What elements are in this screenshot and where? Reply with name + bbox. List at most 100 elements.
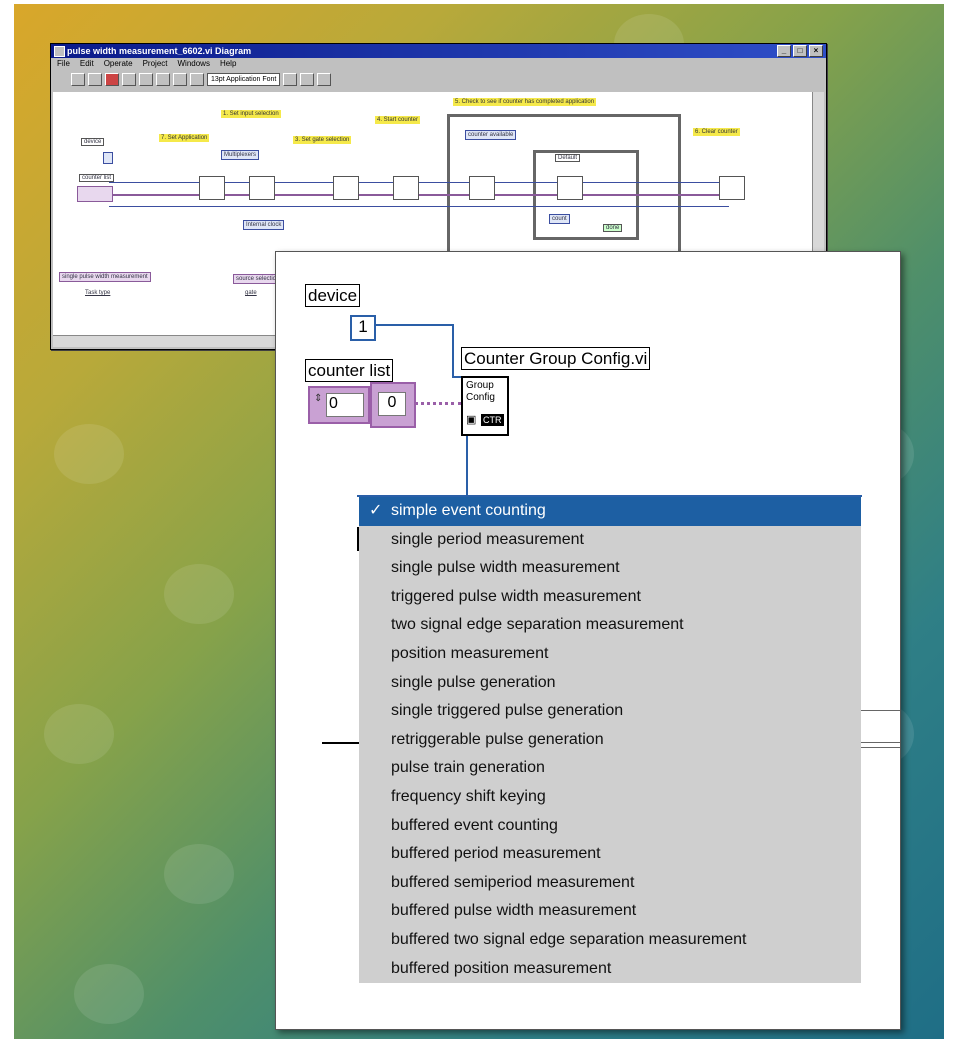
diagram-label: Internal clock	[243, 220, 285, 230]
menu-item[interactable]: buffered pulse width measurement	[359, 897, 861, 926]
sub-vi-block[interactable]	[333, 176, 359, 200]
sub-vi-block[interactable]	[393, 176, 419, 200]
wire-stub	[861, 710, 900, 711]
menu-operate[interactable]: Operate	[104, 58, 133, 70]
menu-item[interactable]: buffered two signal edge separation meas…	[359, 926, 861, 955]
diagram-note: 3. Set gate selection	[293, 136, 352, 144]
menu-item[interactable]: buffered period measurement	[359, 840, 861, 869]
abort-button[interactable]	[105, 72, 119, 86]
diagram-constant[interactable]: Default	[555, 154, 581, 162]
device-wire	[452, 324, 454, 378]
menu-item[interactable]: retriggerable pulse generation	[359, 726, 861, 755]
error-wire	[109, 206, 729, 207]
highlight-button[interactable]	[139, 72, 153, 86]
toolbar: 13pt Application Font	[51, 70, 826, 88]
diagram-label: counter list	[79, 174, 115, 182]
ring-dropdown-menu: ✓ simple event counting single period mea…	[359, 497, 861, 984]
font-select[interactable]: 13pt Application Font	[207, 72, 281, 86]
menu-project[interactable]: Project	[143, 58, 168, 70]
menu-item[interactable]: buffered position measurement	[359, 955, 861, 984]
counter-value[interactable]: 0	[378, 392, 406, 416]
diagram-constant[interactable]: single pulse width measurement	[59, 272, 151, 282]
diagram-note: 1. Set input selection	[221, 110, 281, 118]
diagram-indicator[interactable]: done	[603, 224, 623, 232]
sub-vi-block[interactable]	[199, 176, 225, 200]
device-wire	[374, 324, 454, 326]
maximize-button[interactable]: □	[793, 45, 807, 57]
device-label: device	[305, 284, 361, 307]
sub-vi-block[interactable]	[469, 176, 495, 200]
window-titlebar[interactable]: pulse width measurement_6602.vi Diagram …	[51, 44, 826, 58]
close-button[interactable]: ×	[809, 45, 823, 57]
sub-vi-block[interactable]	[557, 176, 583, 200]
diagram-note: 4. Start counter	[375, 116, 421, 124]
distribute-button[interactable]	[300, 72, 315, 86]
diagram-label: device	[81, 138, 105, 146]
menu-item-simple-event-counting[interactable]: ✓ simple event counting	[359, 497, 861, 526]
menu-file[interactable]: File	[57, 58, 70, 70]
step-into-button[interactable]	[156, 72, 170, 86]
menu-item[interactable]: single period measurement	[359, 526, 861, 555]
diagram-note: 7. Set Application	[159, 134, 210, 142]
menu-edit[interactable]: Edit	[80, 58, 94, 70]
group-config-vi-icon[interactable]: Group Config ▣ CTR	[461, 376, 509, 436]
diagram-note: 5. Check to see if counter has completed…	[453, 98, 597, 106]
menu-item[interactable]: single triggered pulse generation	[359, 697, 861, 726]
counter-index[interactable]: 0	[326, 393, 364, 417]
step-out-button[interactable]	[190, 72, 204, 86]
menu-help[interactable]: Help	[220, 58, 236, 70]
counter-index-box: ⇕ 0	[308, 386, 370, 424]
menu-item[interactable]: two signal edge separation measurement	[359, 611, 861, 640]
diagram-constant[interactable]: count	[549, 214, 570, 224]
vi-icon-text: Config	[466, 392, 495, 403]
menu-item[interactable]: buffered event counting	[359, 812, 861, 841]
check-icon: ✓	[369, 502, 383, 519]
computer-icon: ▣	[466, 414, 477, 426]
sub-vi-block[interactable]	[719, 176, 745, 200]
menu-item[interactable]: position measurement	[359, 640, 861, 669]
step-over-button[interactable]	[173, 72, 187, 86]
vi-icon-text: Group	[466, 380, 494, 391]
menu-item[interactable]: frequency shift keying	[359, 783, 861, 812]
background-pattern	[164, 564, 234, 624]
diagram-label: Task type	[83, 290, 113, 296]
run-button[interactable]	[71, 72, 85, 86]
diagram-constant[interactable]: Multiplexers	[221, 150, 260, 160]
menu-item[interactable]: triggered pulse width measurement	[359, 583, 861, 612]
counter-list-array: 0	[370, 382, 416, 428]
menu-item[interactable]: single pulse width measurement	[359, 554, 861, 583]
menu-item[interactable]: single pulse generation	[359, 669, 861, 698]
device-constant[interactable]: 1	[350, 315, 376, 341]
minimize-button[interactable]: _	[777, 45, 791, 57]
pause-button[interactable]	[122, 72, 136, 86]
background-pattern	[164, 844, 234, 904]
index-stepper-icon[interactable]: ⇕	[314, 394, 322, 404]
output-wire	[466, 434, 468, 496]
wire-stub	[322, 742, 360, 744]
menu-bar: File Edit Operate Project Windows Help	[51, 58, 826, 70]
run-continuous-button[interactable]	[88, 72, 102, 86]
ctr-badge: CTR	[481, 414, 504, 426]
counter-list-label: counter list	[305, 359, 394, 382]
cluster-wire	[414, 402, 462, 405]
device-terminal[interactable]	[103, 152, 113, 164]
window-icon[interactable]	[54, 46, 65, 57]
diagram-label: gate	[243, 290, 259, 296]
menu-item[interactable]: buffered semiperiod measurement	[359, 869, 861, 898]
align-button[interactable]	[283, 72, 298, 86]
reorder-button[interactable]	[317, 72, 332, 86]
background-pattern	[74, 964, 144, 1024]
menu-item[interactable]: pulse train generation	[359, 754, 861, 783]
sub-vi-block[interactable]	[249, 176, 275, 200]
background-scene: pulse width measurement_6602.vi Diagram …	[14, 4, 944, 1039]
counter-list-terminal[interactable]	[77, 186, 113, 202]
window-title: pulse width measurement_6602.vi Diagram	[67, 46, 252, 56]
menu-windows[interactable]: Windows	[178, 58, 210, 70]
diagram-note: 6. Clear counter	[693, 128, 740, 136]
background-pattern	[44, 704, 114, 764]
diagram-constant[interactable]: counter available	[465, 130, 517, 140]
background-pattern	[54, 424, 124, 484]
wire-stub	[861, 742, 900, 748]
zoom-panel: device 1 counter list ⇕ 0 0 Counter Grou…	[275, 251, 901, 1030]
vi-label: Counter Group Config.vi	[461, 347, 651, 370]
